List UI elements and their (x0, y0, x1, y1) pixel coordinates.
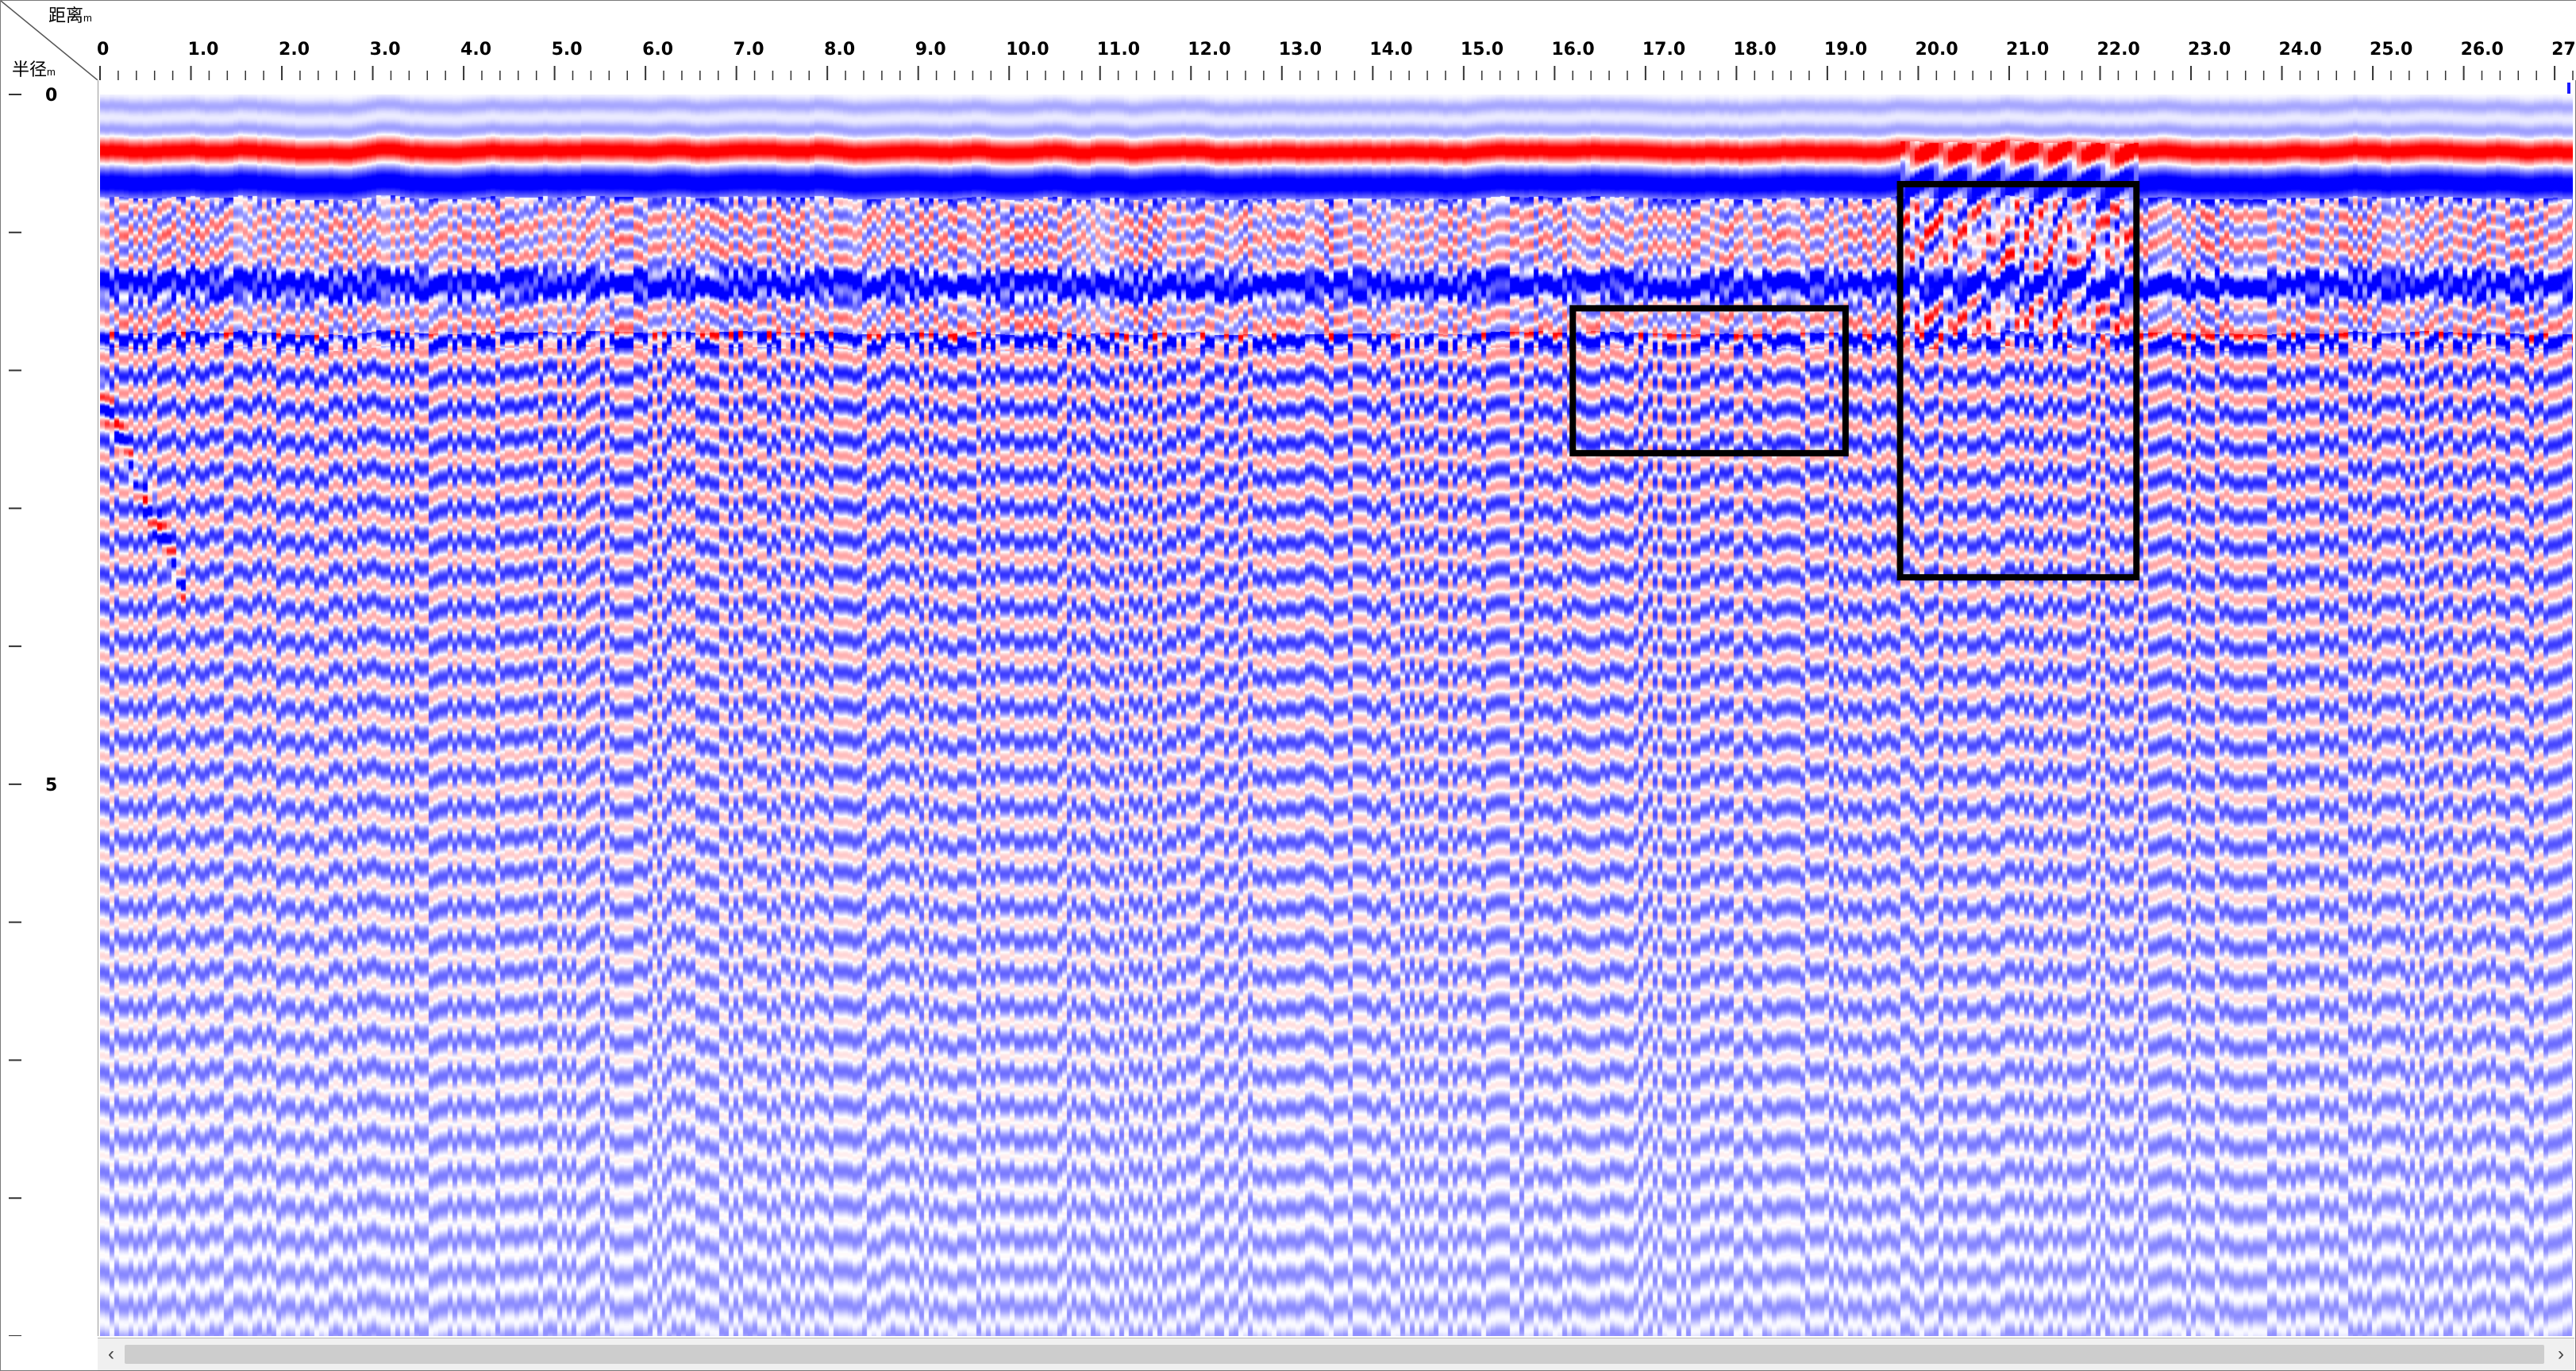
distance-axis-title: 距离m (48, 6, 92, 25)
distance-tick-label: 20.0 (1915, 40, 1958, 60)
distance-tick-label: 18.0 (1733, 40, 1776, 60)
distance-tick-label: 22.0 (2097, 40, 2139, 60)
distance-tick-label: 25.0 (2370, 40, 2412, 60)
distance-tick-label: 27 (2551, 40, 2576, 60)
scroll-thumb[interactable] (125, 1345, 2544, 1364)
radius-ruler: 05 (1, 80, 98, 1337)
radar-profile-window: 距离m 半径m 0 1.0 2.0 3.0 4.0 5.0 6.0 7.0 8.0 9.0 10.0… (0, 0, 2576, 1371)
distance-tick-label: 15.0 (1461, 40, 1504, 60)
distance-tick-label: 17.0 (1642, 40, 1685, 60)
distance-ruler: 0 1.0 2.0 3.0 4.0 5.0 6.0 7.0 8.0 9.0 10.0 11.0 12.0… (97, 1, 2576, 80)
radius-tick-label: 5 (45, 776, 57, 795)
distance-tick-label: 4.0 (460, 40, 491, 60)
distance-tick-label: 14.0 (1369, 40, 1412, 60)
anomaly-box-2 (1896, 180, 2140, 581)
distance-tick-label: 3.0 (370, 40, 401, 60)
distance-tick-label: 1.0 (188, 40, 219, 60)
radius-tick-label: 0 (45, 86, 57, 106)
distance-ruler-svg: 0 1.0 2.0 3.0 4.0 5.0 6.0 7.0 8.0 9.0 10.0 11.0 12.0… (97, 40, 2576, 80)
distance-tick-label: 0 (98, 40, 109, 60)
distance-tick-label: 19.0 (1824, 40, 1867, 60)
distance-tick-label: 13.0 (1279, 40, 1322, 60)
distance-tick-label: 10.0 (1006, 40, 1049, 60)
scan-position-marker (2567, 83, 2570, 94)
radius-axis-title: 半径m (12, 60, 56, 79)
distance-tick-label: 12.0 (1188, 40, 1230, 60)
axis-corner: 距离m 半径m (1, 1, 98, 81)
radius-ruler-svg: 05 (9, 86, 57, 1337)
scroll-right-arrow-icon[interactable]: › (2549, 1342, 2573, 1367)
distance-tick-label: 2.0 (279, 40, 310, 60)
radar-scan-plot[interactable] (100, 94, 2573, 1336)
distance-tick-label: 24.0 (2279, 40, 2322, 60)
distance-tick-label: 8.0 (824, 40, 855, 60)
distance-tick-label: 6.0 (642, 40, 673, 60)
distance-tick-label: 16.0 (1551, 40, 1594, 60)
annotation-layer (1569, 180, 2140, 581)
distance-tick-label: 26.0 (2461, 40, 2504, 60)
anomaly-box-1 (1569, 305, 1849, 456)
distance-tick-label: 11.0 (1097, 40, 1140, 60)
distance-tick-label: 5.0 (552, 40, 583, 60)
distance-tick-label: 7.0 (734, 40, 764, 60)
distance-tick-label: 9.0 (915, 40, 946, 60)
distance-tick-label: 23.0 (2188, 40, 2231, 60)
scroll-left-arrow-icon[interactable]: ‹ (99, 1342, 123, 1367)
horizontal-scrollbar[interactable]: ‹ › (98, 1338, 2574, 1370)
distance-tick-label: 21.0 (2006, 40, 2049, 60)
